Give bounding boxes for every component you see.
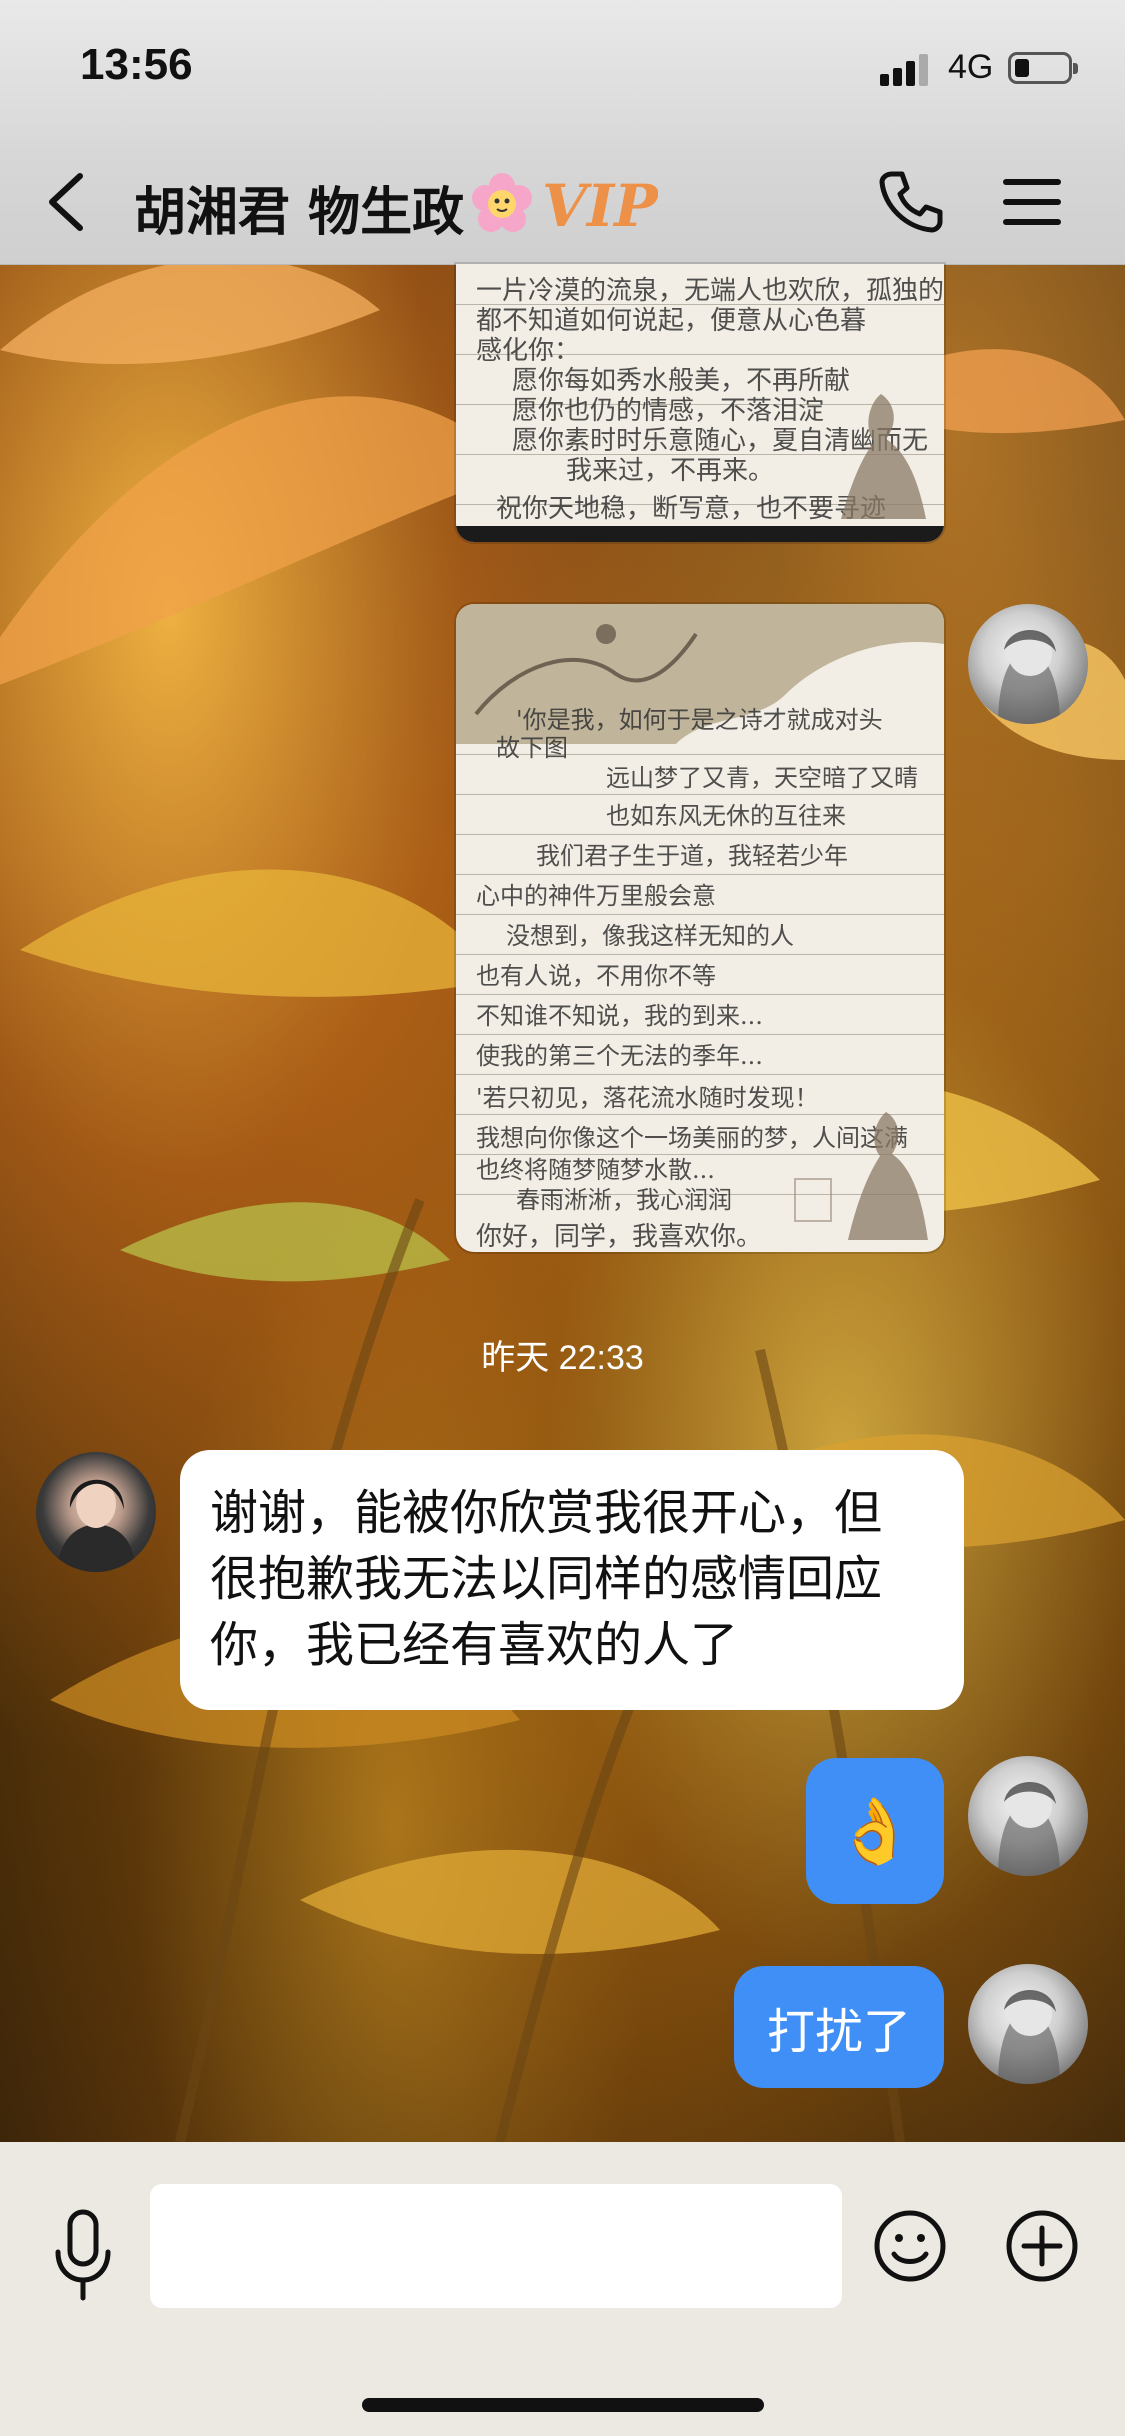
image-message[interactable]: 一片冷漠的流泉，无端人也欢欣，孤独的人 都不知道如何说起，便意从心色暮 感化你：…	[456, 264, 944, 542]
red-seal-stamp	[794, 1178, 832, 1222]
message-input-bar	[0, 2142, 1125, 2436]
network-type: 4G	[948, 48, 994, 86]
message-line: 谢谢，能被你欣赏我很开心，但	[210, 1485, 883, 1541]
handwritten-line: 也有人说，不用你不等	[476, 962, 716, 990]
handwritten-line: 远山梦了又青，天空暗了又晴	[606, 764, 918, 792]
vip-badge-text: VIP	[542, 172, 658, 240]
message-text: 打扰了	[766, 2004, 911, 2060]
hamburger-menu-icon[interactable]	[1000, 176, 1064, 228]
vip-badge[interactable]: VIP	[468, 162, 659, 242]
phone-icon[interactable]	[876, 166, 946, 236]
message-timestamp: 昨天 22:33	[481, 1339, 644, 1377]
handwritten-line: 你好，同学，我喜欢你。	[476, 1222, 763, 1252]
smiley-face-icon[interactable]	[872, 2208, 948, 2284]
handwritten-line: 故下图	[496, 734, 568, 762]
chat-header: 胡湘君 物生政 VIP	[0, 140, 1125, 265]
avatar[interactable]	[968, 604, 1088, 724]
handwritten-line: '你是我，如何于是之诗才就成对头	[516, 706, 883, 734]
chevron-left-icon[interactable]	[36, 170, 96, 234]
painted-figure-illustration	[848, 1112, 928, 1240]
handwritten-line: 我们君子生于道，我轻若少年	[536, 842, 848, 870]
handwritten-line: 没想到，像我这样无知的人	[506, 922, 794, 950]
message-line: 很抱歉我无法以同样的感情回应	[210, 1551, 883, 1607]
handwritten-line: 春雨淅淅，我心润润	[516, 1186, 732, 1214]
incoming-message-bubble[interactable]: 谢谢，能被你欣赏我很开心，但 很抱歉我无法以同样的感情回应 你，我已经有喜欢的人…	[180, 1450, 964, 1710]
status-time: 13:56	[80, 40, 193, 89]
handwritten-line: 心中的神件万里般会意	[476, 882, 716, 910]
ok-hand-emoji: 👌	[835, 1794, 915, 1869]
handwritten-line: '若只初见，落花流水随时发现！	[476, 1084, 819, 1112]
outgoing-message-bubble[interactable]: 打扰了	[734, 1966, 944, 2088]
painted-figure-illustration	[841, 394, 926, 519]
message-input[interactable]	[150, 2184, 842, 2308]
handwritten-line: 我来过，不再来。	[566, 456, 775, 486]
signal-strength-icon	[880, 52, 930, 86]
outgoing-message-bubble[interactable]: 👌	[806, 1758, 944, 1904]
avatar[interactable]	[968, 1964, 1088, 2084]
avatar[interactable]	[36, 1452, 156, 1572]
avatar[interactable]	[968, 1756, 1088, 1876]
status-bar: 13:56 4G	[0, 0, 1125, 140]
message-line: 你，我已经有喜欢的人了	[210, 1617, 739, 1673]
chat-title[interactable]: 胡湘君 物生政	[134, 170, 464, 245]
handwritten-line: 使我的第三个无法的季年...	[476, 1042, 763, 1070]
image-message[interactable]: '你是我，如何于是之诗才就成对头 故下图 远山梦了又青，天空暗了又晴 也如东风无…	[456, 604, 944, 1252]
handwritten-line: 也如东风无休的互往来	[606, 802, 846, 830]
handwritten-line: 不知谁不知说，我的到来...	[476, 1002, 763, 1030]
home-indicator[interactable]	[362, 2398, 764, 2412]
battery-icon	[1008, 52, 1078, 84]
plus-circle-icon[interactable]	[1004, 2208, 1080, 2284]
microphone-icon[interactable]	[50, 2208, 116, 2308]
